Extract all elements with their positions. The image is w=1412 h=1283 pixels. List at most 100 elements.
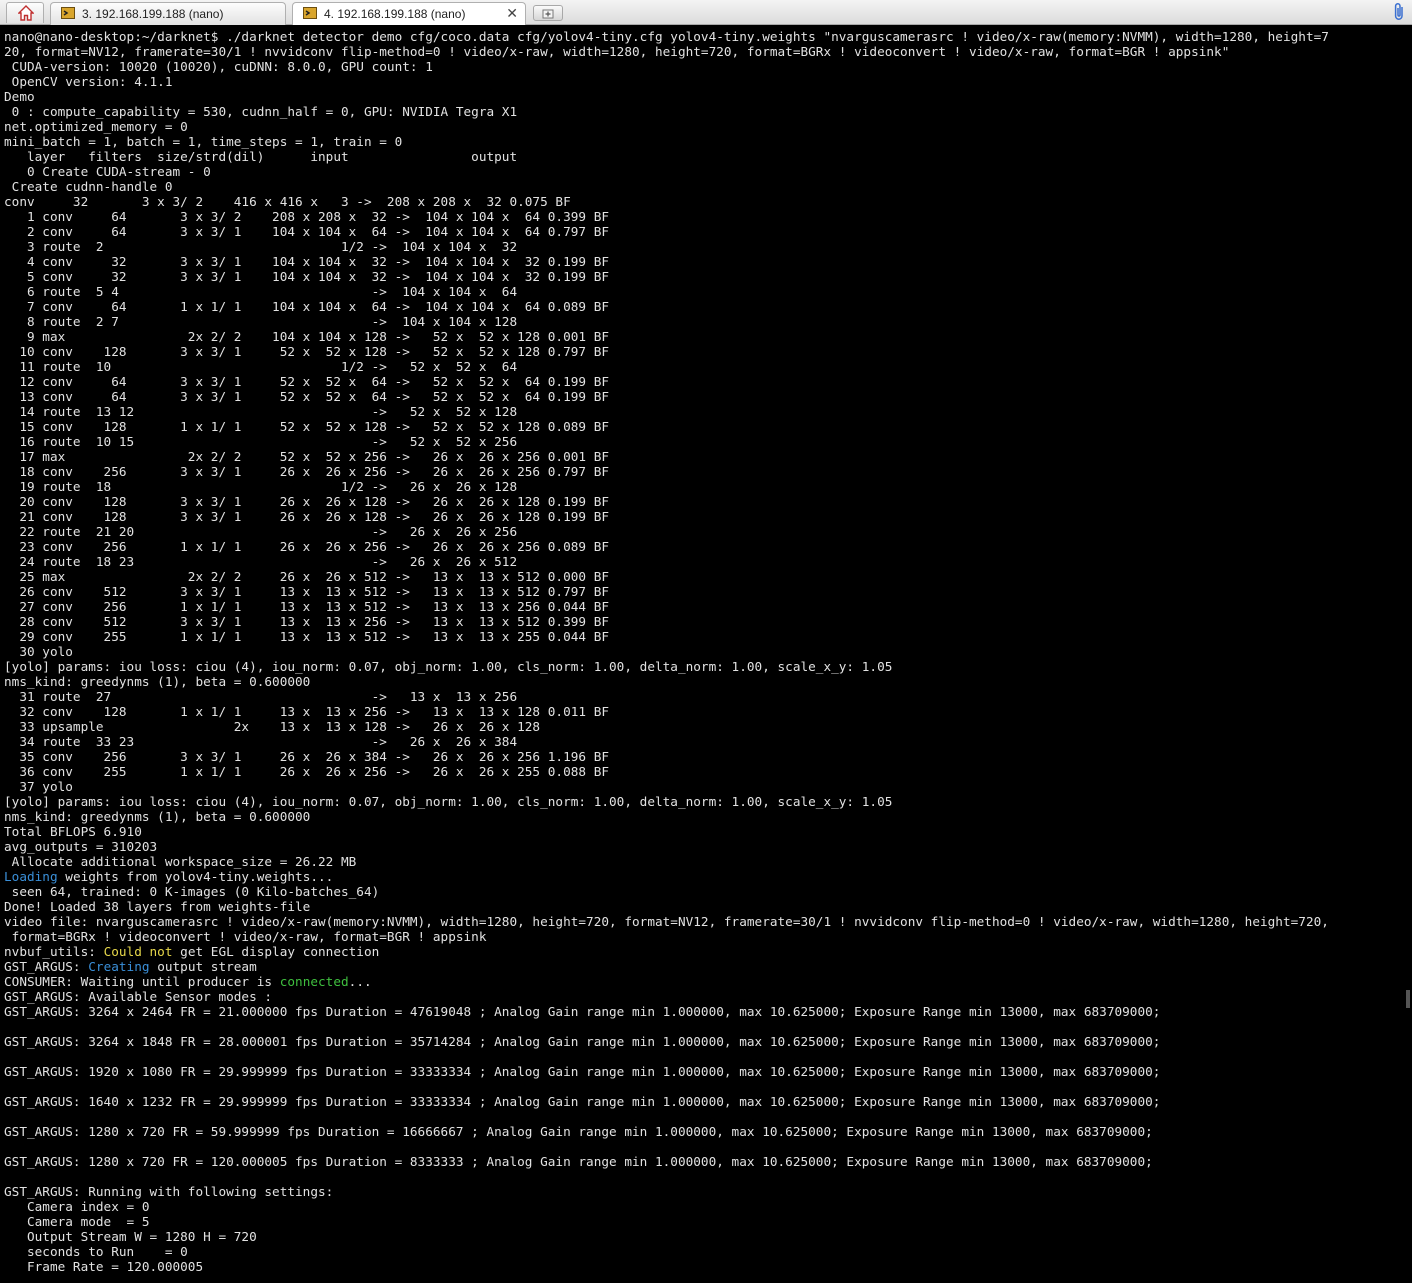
terminal-line: avg_outputs = 310203 xyxy=(4,839,158,854)
tab-session-4[interactable]: 4. 192.168.199.188 (nano) ✕ xyxy=(292,2,526,26)
terminal-line: Allocate additional workspace_size = 26.… xyxy=(4,854,357,869)
terminal-line: GST_ARGUS: 1280 x 720 FR = 120.000005 fp… xyxy=(4,1154,1153,1169)
terminal-text: nano@nano-desktop:~/darknet$ ./darknet d… xyxy=(0,25,1412,1274)
plus-icon xyxy=(542,9,554,19)
terminal-line: GST_ARGUS: Running with following settin… xyxy=(4,1184,334,1199)
terminal-line: 6 route 5 4 -> 104 x 104 x 64 xyxy=(4,284,518,299)
terminal-line: Loading weights from yolov4-tiny.weights… xyxy=(4,869,333,884)
terminal-line: GST_ARGUS: 1920 x 1080 FR = 29.999999 fp… xyxy=(4,1064,1161,1079)
terminal-line: 31 route 27 -> 13 x 13 x 256 xyxy=(4,689,518,704)
terminal-line: 30 yolo xyxy=(4,644,73,659)
terminal-segment: nvbuf_utils: xyxy=(4,944,104,959)
terminal-line: 12 conv 64 3 x 3/ 1 52 x 52 x 64 -> 52 x… xyxy=(4,374,610,389)
terminal-line: nms_kind: greedynms (1), beta = 0.600000 xyxy=(4,674,311,689)
terminal-line: Frame Rate = 120.000005 xyxy=(4,1259,204,1274)
terminal-line: conv 32 3 x 3/ 2 416 x 416 x 3 -> 208 x … xyxy=(4,194,571,209)
terminal-line: 26 conv 512 3 x 3/ 1 13 x 13 x 512 -> 13… xyxy=(4,584,610,599)
terminal-line: 28 conv 512 3 x 3/ 1 13 x 13 x 256 -> 13… xyxy=(4,614,610,629)
terminal-line: Demo xyxy=(4,89,35,104)
terminal-line: 37 yolo xyxy=(4,779,73,794)
terminal-output[interactable]: nano@nano-desktop:~/darknet$ ./darknet d… xyxy=(0,25,1412,1283)
terminal-line: 10 conv 128 3 x 3/ 1 52 x 52 x 128 -> 52… xyxy=(4,344,610,359)
terminal-line: 3 route 2 1/2 -> 104 x 104 x 32 xyxy=(4,239,518,254)
terminal-line: [yolo] params: iou loss: ciou (4), iou_n… xyxy=(4,794,893,809)
terminal-segment: output stream xyxy=(149,959,257,974)
terminal-line: 29 conv 255 1 x 1/ 1 13 x 13 x 512 -> 13… xyxy=(4,629,610,644)
terminal-line: net.optimized_memory = 0 xyxy=(4,119,188,134)
terminal-line: 32 conv 128 1 x 1/ 1 13 x 13 x 256 -> 13… xyxy=(4,704,610,719)
terminal-line: 35 conv 256 3 x 3/ 1 26 x 26 x 384 -> 26… xyxy=(4,749,610,764)
terminal-line: 18 conv 256 3 x 3/ 1 26 x 26 x 256 -> 26… xyxy=(4,464,610,479)
terminal-line: GST_ARGUS: 3264 x 1848 FR = 28.000001 fp… xyxy=(4,1034,1161,1049)
terminal-line: 0 : compute_capability = 530, cudnn_half… xyxy=(4,104,518,119)
close-icon[interactable]: ✕ xyxy=(506,5,518,22)
terminal-line: 14 route 13 12 -> 52 x 52 x 128 xyxy=(4,404,518,419)
terminal-line: 22 route 21 20 -> 26 x 26 x 256 xyxy=(4,524,518,539)
terminal-line: nvbuf_utils: Could not get EGL display c… xyxy=(4,944,379,959)
terminal-line: 33 upsample 2x 13 x 13 x 128 -> 26 x 26 … xyxy=(4,719,541,734)
terminal-line: seen 64, trained: 0 K-images (0 Kilo-bat… xyxy=(4,884,380,899)
terminal-line: nano@nano-desktop:~/darknet$ ./darknet d… xyxy=(4,29,1329,44)
terminal-line: 1 conv 64 3 x 3/ 2 208 x 208 x 32 -> 104… xyxy=(4,209,610,224)
terminal-line: 15 conv 128 1 x 1/ 1 52 x 52 x 128 -> 52… xyxy=(4,419,610,434)
terminal-line: 13 conv 64 3 x 3/ 1 52 x 52 x 64 -> 52 x… xyxy=(4,389,610,404)
terminal-line: 20 conv 128 3 x 3/ 1 26 x 26 x 128 -> 26… xyxy=(4,494,610,509)
terminal-icon xyxy=(303,7,317,19)
paperclip-icon[interactable] xyxy=(1392,2,1406,22)
terminal-line: 25 max 2x 2/ 2 26 x 26 x 512 -> 13 x 13 … xyxy=(4,569,610,584)
terminal-segment: connected xyxy=(279,974,349,989)
terminal-line: GST_ARGUS: 1640 x 1232 FR = 29.999999 fp… xyxy=(4,1094,1161,1109)
terminal-line: format=BGRx ! videoconvert ! video/x-raw… xyxy=(4,929,487,944)
new-tab-button[interactable] xyxy=(533,5,563,21)
terminal-line: Camera mode = 5 xyxy=(4,1214,150,1229)
terminal-segment: Creating xyxy=(88,959,150,974)
terminal-line: 34 route 33 23 -> 26 x 26 x 384 xyxy=(4,734,518,749)
terminal-line: seconds to Run = 0 xyxy=(4,1244,188,1259)
terminal-line: Done! Loaded 38 layers from weights-file xyxy=(4,899,311,914)
terminal-segment: GST_ARGUS: xyxy=(4,959,89,974)
terminal-icon xyxy=(61,7,75,19)
terminal-line: 17 max 2x 2/ 2 52 x 52 x 256 -> 26 x 26 … xyxy=(4,449,610,464)
terminal-segment: ... xyxy=(348,974,372,989)
terminal-line: [yolo] params: iou loss: ciou (4), iou_n… xyxy=(4,659,893,674)
terminal-segment: Could not xyxy=(103,944,173,959)
tab-bar: 3. 192.168.199.188 (nano) 4. 192.168.199… xyxy=(0,0,1412,26)
terminal-line: GST_ARGUS: Creating output stream xyxy=(4,959,257,974)
terminal-segment: get EGL display connection xyxy=(172,944,380,959)
terminal-line: CONSUMER: Waiting until producer is conn… xyxy=(4,974,372,989)
tab-session-3[interactable]: 3. 192.168.199.188 (nano) xyxy=(50,2,286,25)
terminal-line: 0 Create CUDA-stream - 0 xyxy=(4,164,211,179)
terminal-line: 2 conv 64 3 x 3/ 1 104 x 104 x 64 -> 104… xyxy=(4,224,610,239)
terminal-line: 20, format=NV12, framerate=30/1 ! nvvidc… xyxy=(4,44,1230,59)
terminal-line: 4 conv 32 3 x 3/ 1 104 x 104 x 32 -> 104… xyxy=(4,254,610,269)
terminal-line: mini_batch = 1, batch = 1, time_steps = … xyxy=(4,134,403,149)
terminal-line: layer filters size/strd(dil) input outpu… xyxy=(4,149,518,164)
terminal-line: video file: nvarguscamerasrc ! video/x-r… xyxy=(4,914,1329,929)
terminal-segment: weights from yolov4-tiny.weights... xyxy=(57,869,334,884)
terminal-line: 8 route 2 7 -> 104 x 104 x 128 xyxy=(4,314,518,329)
terminal-line: OpenCV version: 4.1.1 xyxy=(4,74,173,89)
terminal-line: 5 conv 32 3 x 3/ 1 104 x 104 x 32 -> 104… xyxy=(4,269,610,284)
tab-label: 4. 192.168.199.188 (nano) xyxy=(324,7,466,21)
terminal-line: Output Stream W = 1280 H = 720 xyxy=(4,1229,257,1244)
terminal-segment: CONSUMER: Waiting until producer is xyxy=(4,974,280,989)
terminal-line: 9 max 2x 2/ 2 104 x 104 x 128 -> 52 x 52… xyxy=(4,329,610,344)
terminal-line: GST_ARGUS: 1280 x 720 FR = 59.999999 fps… xyxy=(4,1124,1153,1139)
terminal-line: 36 conv 255 1 x 1/ 1 26 x 26 x 256 -> 26… xyxy=(4,764,610,779)
terminal-line: Create cudnn-handle 0 xyxy=(4,179,173,194)
terminal-line: Camera index = 0 xyxy=(4,1199,150,1214)
scroll-position-marker[interactable] xyxy=(1406,990,1410,1008)
terminal-line: 23 conv 256 1 x 1/ 1 26 x 26 x 256 -> 26… xyxy=(4,539,610,554)
home-tab[interactable] xyxy=(6,2,44,23)
terminal-segment: Loading xyxy=(4,869,58,884)
home-icon xyxy=(18,5,34,21)
terminal-line: 7 conv 64 1 x 1/ 1 104 x 104 x 64 -> 104… xyxy=(4,299,610,314)
terminal-line: GST_ARGUS: Available Sensor modes : xyxy=(4,989,273,1004)
terminal-line: nms_kind: greedynms (1), beta = 0.600000 xyxy=(4,809,311,824)
tab-label: 3. 192.168.199.188 (nano) xyxy=(82,7,224,21)
terminal-line: 16 route 10 15 -> 52 x 52 x 256 xyxy=(4,434,518,449)
terminal-line: 11 route 10 1/2 -> 52 x 52 x 64 xyxy=(4,359,518,374)
terminal-line: GST_ARGUS: 3264 x 2464 FR = 21.000000 fp… xyxy=(4,1004,1161,1019)
terminal-line: 27 conv 256 1 x 1/ 1 13 x 13 x 512 -> 13… xyxy=(4,599,610,614)
terminal-line: 19 route 18 1/2 -> 26 x 26 x 128 xyxy=(4,479,518,494)
